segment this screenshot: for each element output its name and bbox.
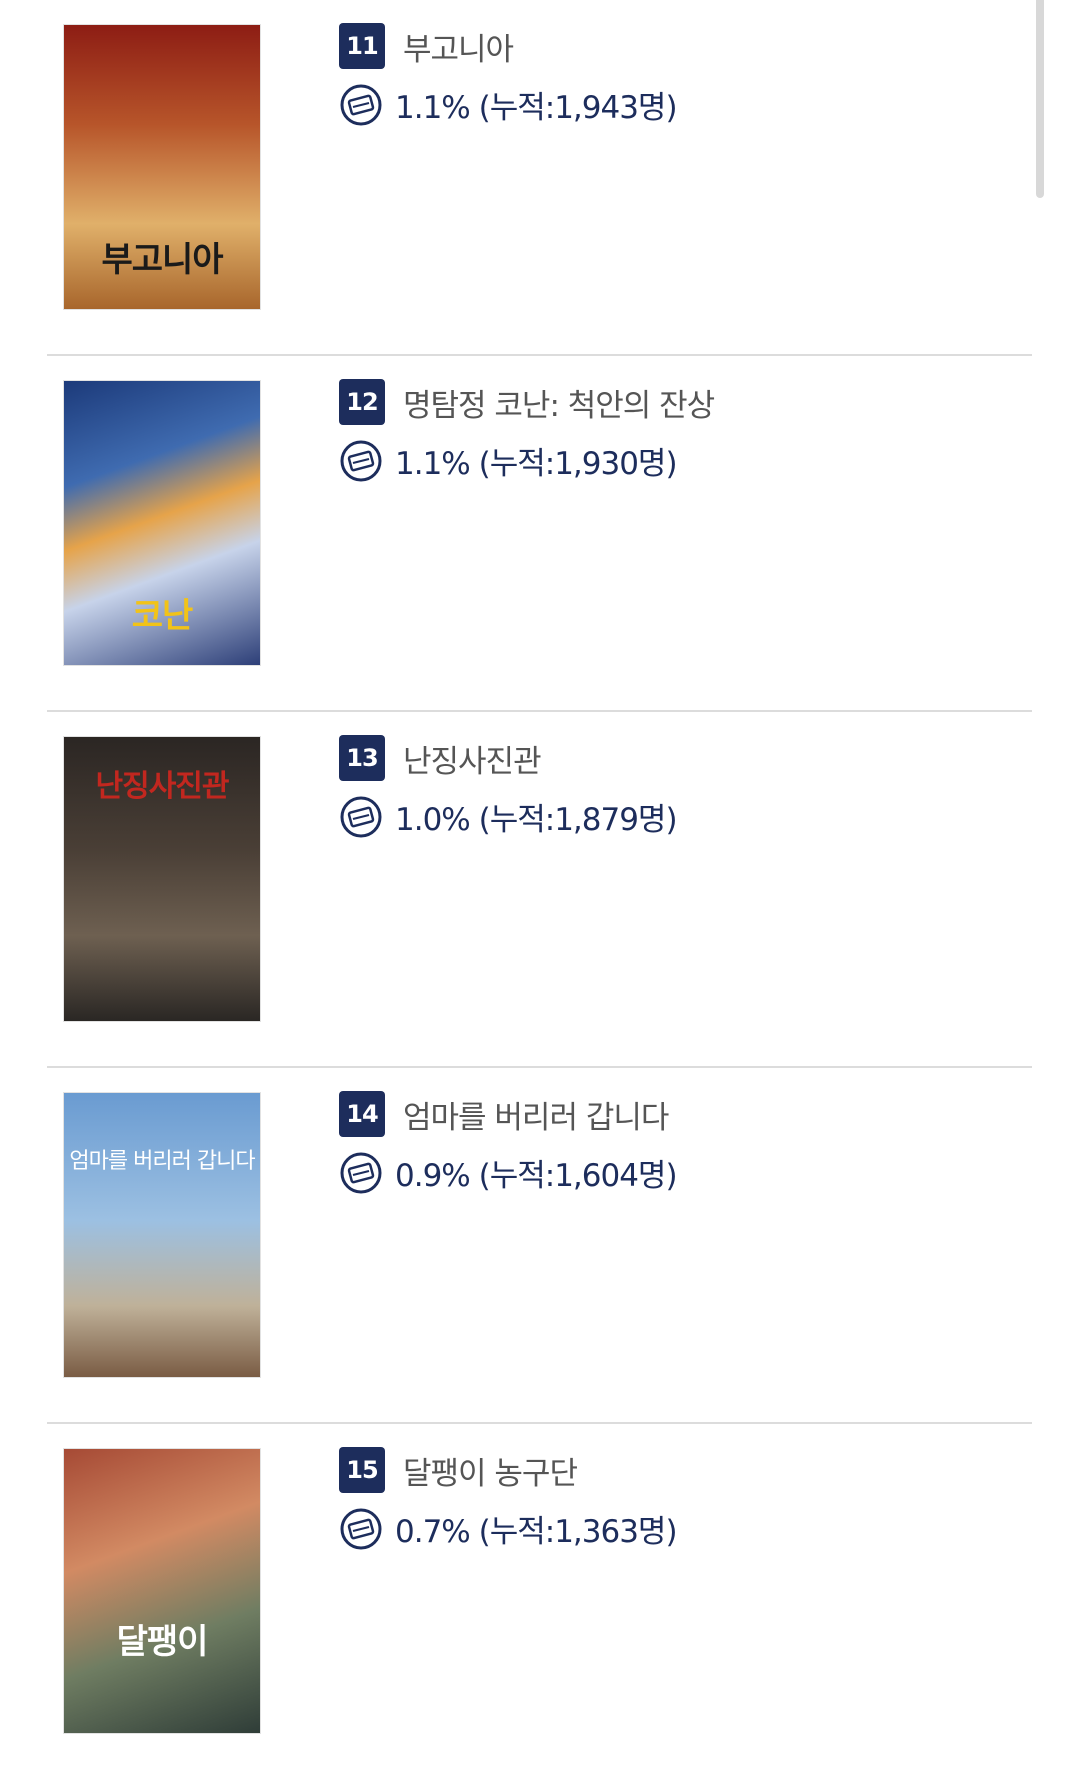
movie-poster[interactable]: 난징사진관 <box>63 736 261 1022</box>
movie-title[interactable]: 명탐정 코난: 척안의 잔상 <box>403 380 715 425</box>
poster-title: 코난 <box>131 596 194 636</box>
ticket-icon <box>340 84 382 125</box>
movie-poster[interactable]: 코난 <box>63 380 261 666</box>
poster-title: 난징사진관 <box>95 769 230 804</box>
rank-badge: 11 <box>339 23 385 69</box>
movie-poster[interactable]: 부고니아 <box>63 24 261 310</box>
list-item[interactable]: 달팽이 15 달팽이 농구단 0.7% (누적:1,363명) <box>47 1424 1032 1780</box>
rank-badge: 15 <box>339 1447 385 1493</box>
movie-title[interactable]: 엄마를 버리러 갑니다 <box>403 1092 669 1137</box>
rank-badge: 14 <box>339 1091 385 1137</box>
ticket-icon <box>340 796 382 837</box>
ticket-icon <box>340 1152 382 1193</box>
list-item[interactable]: 코난 12 명탐정 코난: 척안의 잔상 1.1% (누적:1,930명) <box>47 356 1032 712</box>
audience-share: 1.1% (누적:1,943명) <box>395 90 678 126</box>
audience-share: 1.1% (누적:1,930명) <box>395 446 678 482</box>
poster-title: 엄마를 버리러 갑니다 <box>69 1149 255 1174</box>
poster-title: 부고니아 <box>101 240 223 280</box>
movie-title[interactable]: 난징사진관 <box>403 736 542 781</box>
poster-title: 달팽이 <box>116 1622 209 1662</box>
box-office-list: 부고니아 11 부고니아 1.1% (누적:1,943명) 코난 12 명탐정 … <box>47 0 1032 1780</box>
movie-poster[interactable]: 엄마를 버리러 갑니다 <box>63 1092 261 1378</box>
list-item[interactable]: 부고니아 11 부고니아 1.1% (누적:1,943명) <box>47 0 1032 356</box>
movie-title[interactable]: 부고니아 <box>403 24 514 69</box>
audience-share: 1.0% (누적:1,879명) <box>395 802 678 838</box>
audience-share: 0.7% (누적:1,363명) <box>395 1514 678 1550</box>
movie-title[interactable]: 달팽이 농구단 <box>403 1448 578 1493</box>
scrollbar[interactable] <box>1036 0 1044 198</box>
rank-badge: 12 <box>339 379 385 425</box>
list-item[interactable]: 엄마를 버리러 갑니다 14 엄마를 버리러 갑니다 0.9% (누적:1,60… <box>47 1068 1032 1424</box>
audience-share: 0.9% (누적:1,604명) <box>395 1158 678 1194</box>
movie-poster[interactable]: 달팽이 <box>63 1448 261 1734</box>
ticket-icon <box>340 1508 382 1549</box>
list-item[interactable]: 난징사진관 13 난징사진관 1.0% (누적:1,879명) <box>47 712 1032 1068</box>
rank-badge: 13 <box>339 735 385 781</box>
ticket-icon <box>340 440 382 481</box>
